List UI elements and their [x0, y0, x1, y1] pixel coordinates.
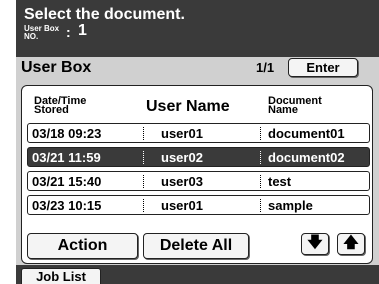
column-divider [260, 151, 261, 164]
column-divider [260, 199, 261, 212]
enter-button[interactable]: Enter [288, 58, 358, 77]
list-item[interactable]: 03/23 10:15 user01 sample [27, 195, 370, 215]
scroll-up-button[interactable]: 🡅 [337, 233, 365, 255]
bottom-tab-bar: Job List [16, 265, 379, 284]
column-divider [143, 199, 144, 212]
list-item[interactable]: 03/21 11:59 user02 document02 [27, 147, 370, 167]
column-header-date: Date/Time Stored [34, 96, 86, 116]
instruction-title: Select the document. [24, 6, 185, 23]
column-header-document: Document Name [268, 96, 322, 116]
row-user: user01 [161, 126, 203, 141]
row-user: user03 [161, 174, 203, 189]
tab-job-list[interactable]: Job List [21, 268, 101, 284]
row-document: document02 [268, 150, 345, 165]
action-button[interactable]: Action [27, 233, 138, 259]
row-document: test [268, 174, 292, 189]
column-divider [143, 175, 144, 188]
arrow-down-icon: 🡇 [307, 233, 323, 251]
user-box-panel: User Box 1/1 Enter Date/Time Stored User… [16, 57, 379, 265]
column-divider [260, 175, 261, 188]
list-item[interactable]: 03/21 15:40 user03 test [27, 171, 370, 191]
column-header-document-line2: Name [268, 104, 298, 116]
row-date: 03/21 11:59 [32, 150, 101, 165]
list-item[interactable]: 03/18 09:23 user01 document01 [27, 123, 370, 143]
row-document: document01 [268, 126, 345, 141]
column-header-date-line2: Stored [34, 104, 69, 116]
row-date: 03/21 15:40 [32, 174, 102, 189]
scroll-down-button[interactable]: 🡇 [301, 233, 329, 255]
column-divider [260, 127, 261, 140]
column-divider [143, 151, 144, 164]
arrow-up-icon: 🡅 [343, 233, 359, 251]
row-document: sample [268, 198, 313, 213]
delete-all-button[interactable]: Delete All [143, 233, 249, 259]
box-number-label: User Box NO. [24, 25, 59, 41]
title-bar: Select the document. User Box NO. : 1 [16, 0, 379, 57]
page-indicator: 1/1 [256, 60, 275, 75]
panel-title: User Box [21, 59, 92, 76]
column-header-user: User Name [146, 98, 230, 115]
row-date: 03/18 09:23 [32, 126, 102, 141]
box-number-value: 1 [78, 22, 87, 39]
column-divider [143, 127, 144, 140]
row-date: 03/23 10:15 [32, 198, 102, 213]
box-number-colon: : [66, 24, 71, 40]
row-user: user02 [161, 150, 203, 165]
row-user: user01 [161, 198, 203, 213]
box-number-label-line2: NO. [24, 32, 39, 41]
